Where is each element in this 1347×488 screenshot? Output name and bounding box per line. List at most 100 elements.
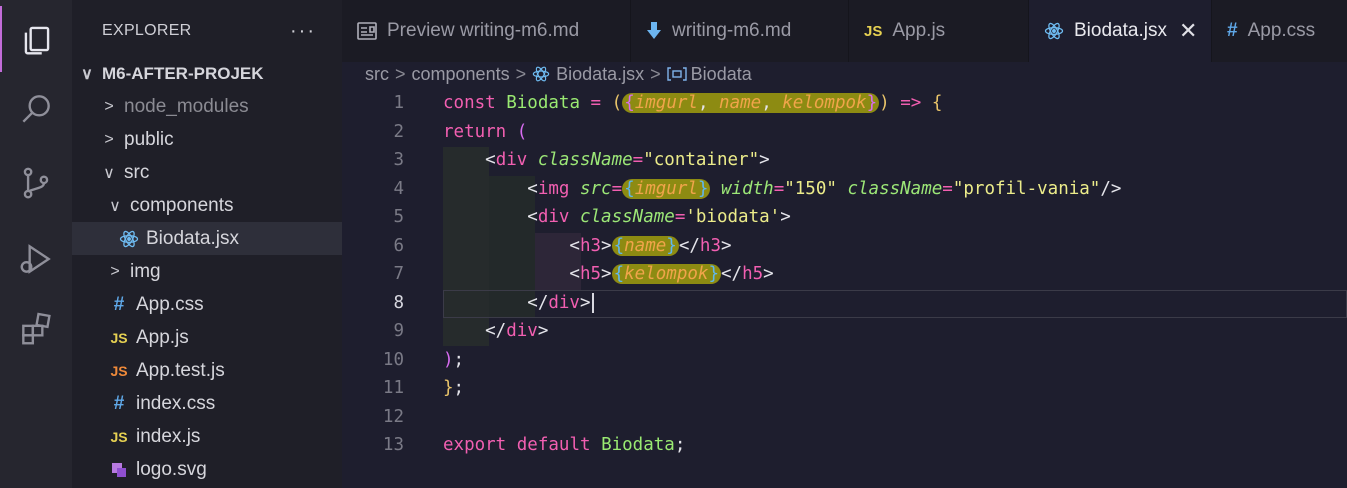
markdown-icon <box>646 22 662 40</box>
explorer-sidebar: EXPLORER ··· ∨ M6-AFTER-PROJEK > node_mod… <box>72 0 342 488</box>
tab-label: writing-m6.md <box>672 20 792 41</box>
js-test-icon: JS <box>110 362 128 379</box>
tree-item-label: logo.svg <box>136 458 207 480</box>
tree-item-label: App.js <box>136 326 189 348</box>
breadcrumb-item[interactable]: Biodata <box>691 64 752 85</box>
code-line: 1 const Biodata = ({imgurl, name, kelomp… <box>342 90 1347 119</box>
css-icon: # <box>113 293 125 315</box>
js-icon: JS <box>110 428 128 445</box>
code-text: return ( <box>443 121 528 142</box>
breadcrumb-item[interactable]: components <box>412 64 510 85</box>
tree-item-label: public <box>124 128 174 150</box>
code-editor[interactable]: 1 const Biodata = ({imgurl, name, kelomp… <box>342 90 1347 488</box>
code-text: </div> <box>443 321 549 341</box>
line-number: 13 <box>382 435 404 455</box>
tab-preview-writing[interactable]: Preview writing-m6.md <box>342 0 631 62</box>
tab-label: App.js <box>892 20 946 41</box>
tree-folder[interactable]: ∨ src <box>72 156 342 189</box>
code-line: 6 <h3> {name} </h3> <box>342 233 1347 262</box>
code-text: export default Biodata; <box>443 435 686 455</box>
code-line: 7 <h5> {kelompok} </h5> <box>342 261 1347 290</box>
chevron-right-icon: > <box>104 97 114 115</box>
chevron-right-icon: > <box>650 63 661 84</box>
code-line: 11 }; <box>342 375 1347 404</box>
line-number: 9 <box>393 321 404 341</box>
tree-file[interactable]: logo.svg <box>72 453 342 486</box>
explorer-header: EXPLORER ··· <box>72 0 342 62</box>
tab-app-js[interactable]: JS App.js <box>849 0 1029 62</box>
tree-file[interactable]: JS App.test.js <box>72 354 342 387</box>
tree-item-label: src <box>124 161 150 183</box>
tab-label: Preview writing-m6.md <box>387 20 580 41</box>
css-icon: # <box>1227 20 1238 41</box>
tree-folder[interactable]: > img <box>72 255 342 288</box>
activity-bar <box>0 0 72 488</box>
project-root-label: M6-AFTER-PROJEK <box>102 63 264 83</box>
chevron-right-icon: > <box>395 63 406 84</box>
react-icon <box>1044 21 1064 41</box>
line-number: 10 <box>382 349 404 370</box>
run-debug-icon[interactable] <box>0 226 72 292</box>
line-number: 1 <box>393 93 404 113</box>
code-text: <div className='biodata'> <box>443 207 791 227</box>
tab-label: App.css <box>1247 20 1316 41</box>
tree-folder[interactable]: ∨ components <box>72 189 342 222</box>
tree-file[interactable]: JS App.js <box>72 321 342 354</box>
line-number: 4 <box>393 178 404 199</box>
code-line: 2 return ( <box>342 119 1347 148</box>
tree-item-label: App.css <box>136 293 204 315</box>
react-icon <box>532 65 550 83</box>
js-icon: JS <box>864 22 883 40</box>
more-actions-button[interactable]: ··· <box>290 20 316 43</box>
tree-file[interactable]: # App.css <box>72 288 342 321</box>
code-text: <h5> {kelompok} </h5> <box>443 264 774 284</box>
preview-icon <box>357 22 377 40</box>
react-icon <box>118 229 140 249</box>
chevron-down-icon: ∨ <box>109 197 121 215</box>
code-text: <h3> {name} </h3> <box>443 235 732 256</box>
line-number: 8 <box>393 292 404 313</box>
tree-item-label: index.css <box>136 392 216 414</box>
line-number: 6 <box>393 235 404 256</box>
explorer-icon[interactable] <box>0 6 72 72</box>
tree-file[interactable]: Biodata.jsx <box>72 222 342 255</box>
code-line: 10 ); <box>342 347 1347 376</box>
css-icon: # <box>113 392 125 414</box>
breadcrumb-item[interactable]: src <box>365 64 389 85</box>
code-line: 8 </div> <box>342 290 1347 319</box>
chevron-down-icon: ∨ <box>81 65 93 83</box>
tree-item-label: components <box>130 194 234 216</box>
tree-item-label: img <box>130 260 161 282</box>
project-root[interactable]: ∨ M6-AFTER-PROJEK <box>72 57 342 90</box>
tab-writing-md[interactable]: writing-m6.md <box>631 0 849 62</box>
tab-app-css[interactable]: # App.css <box>1212 0 1347 62</box>
code-text: ); <box>443 349 465 370</box>
chevron-right-icon: > <box>110 262 120 280</box>
code-line: 4 <img src= {imgurl} width="150" classNam… <box>342 176 1347 205</box>
tree-folder[interactable]: > public <box>72 123 342 156</box>
line-number: 5 <box>393 207 404 227</box>
code-line: 13 export default Biodata; <box>342 432 1347 461</box>
line-number: 3 <box>393 150 404 170</box>
code-line: 5 <div className='biodata'> <box>342 204 1347 233</box>
code-line: 3 <div className="container"> <box>342 147 1347 176</box>
code-text: <img src= {imgurl} width="150" className=… <box>443 178 1122 199</box>
breadcrumb-item[interactable]: Biodata.jsx <box>556 64 644 85</box>
chevron-right-icon: > <box>515 63 527 84</box>
editor-tabs: Preview writing-m6.md writing-m6.md JS A… <box>342 0 1347 62</box>
tab-biodata-jsx[interactable]: Biodata.jsx ✕ <box>1029 0 1212 62</box>
search-icon[interactable] <box>0 76 72 142</box>
source-control-icon[interactable] <box>0 150 72 216</box>
tree-folder[interactable]: > node_modules <box>72 90 342 123</box>
chevron-down-icon: ∨ <box>103 164 115 182</box>
extensions-icon[interactable] <box>0 296 72 362</box>
line-number: 7 <box>393 264 404 284</box>
code-line: 12 <box>342 404 1347 433</box>
tree-file[interactable]: # index.css <box>72 387 342 420</box>
close-icon[interactable]: ✕ <box>1179 18 1197 44</box>
line-number: 11 <box>382 378 404 398</box>
tree-file[interactable]: JS index.js <box>72 420 342 453</box>
js-icon: JS <box>110 329 128 346</box>
tree-item-label: App.test.js <box>136 359 225 381</box>
code-text: </div> <box>443 292 594 313</box>
